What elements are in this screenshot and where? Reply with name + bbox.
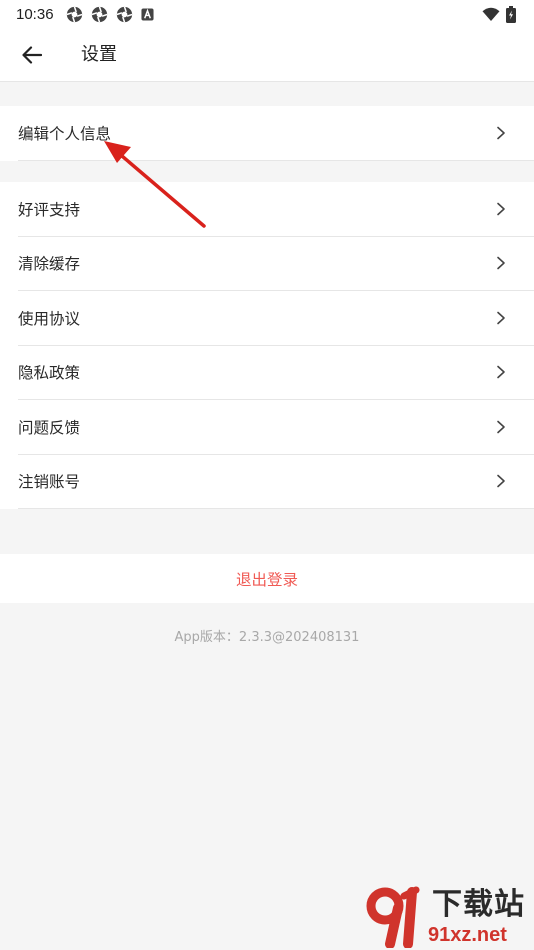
settings-group-profile: 编辑个人信息	[0, 106, 534, 161]
watermark-domain: 91xz.net	[428, 924, 507, 946]
battery-charging-icon	[506, 5, 516, 23]
aperture-icon	[91, 6, 107, 22]
settings-item-clear-cache[interactable]: 清除缓存	[18, 237, 534, 291]
watermark-title: 下载站	[432, 887, 525, 922]
arrow-left-icon	[22, 46, 42, 64]
watermark: 下载站 91xz.net	[364, 886, 530, 948]
settings-item-rate-app[interactable]: 好评支持	[18, 182, 534, 237]
logout-label: 退出登录	[235, 570, 298, 589]
aperture-icon	[116, 6, 132, 22]
settings-item-privacy-policy[interactable]: 隐私政策	[18, 346, 534, 400]
wifi-icon	[482, 7, 500, 21]
status-bar: 10:36	[0, 0, 534, 28]
settings-item-label: 编辑个人信息	[18, 124, 112, 143]
status-right-icons	[482, 5, 516, 23]
chevron-right-icon	[497, 256, 505, 270]
settings-item-edit-profile[interactable]: 编辑个人信息	[18, 106, 534, 161]
page-title: 设置	[81, 44, 117, 65]
chevron-right-icon	[497, 311, 505, 325]
logout-button[interactable]: 退出登录	[0, 554, 534, 603]
watermark-logo-icon	[366, 886, 420, 948]
app-header: 设置	[0, 28, 534, 82]
chevron-right-icon	[497, 126, 505, 140]
settings-item-label: 隐私政策	[18, 364, 81, 383]
chevron-right-icon	[497, 474, 505, 488]
a-badge-icon	[141, 7, 154, 21]
settings-group-general: 好评支持 清除缓存 使用协议 隐私政策 问题反馈 注销账号	[0, 182, 534, 509]
settings-item-label: 使用协议	[18, 309, 81, 328]
chevron-right-icon	[497, 365, 505, 379]
chevron-right-icon	[497, 202, 505, 216]
settings-item-delete-account[interactable]: 注销账号	[18, 455, 534, 509]
aperture-icon	[66, 6, 82, 22]
settings-item-user-agreement[interactable]: 使用协议	[18, 291, 534, 346]
notification-icons	[66, 6, 154, 23]
app-version: App版本：2.3.3@202408131	[174, 630, 360, 645]
settings-item-label: 注销账号	[18, 473, 81, 492]
back-button[interactable]	[18, 41, 46, 69]
settings-item-label: 好评支持	[18, 200, 81, 219]
status-time: 10:36	[16, 5, 54, 23]
settings-item-label: 问题反馈	[18, 418, 81, 437]
settings-item-feedback[interactable]: 问题反馈	[18, 400, 534, 455]
chevron-right-icon	[497, 420, 505, 434]
settings-item-label: 清除缓存	[18, 255, 81, 274]
